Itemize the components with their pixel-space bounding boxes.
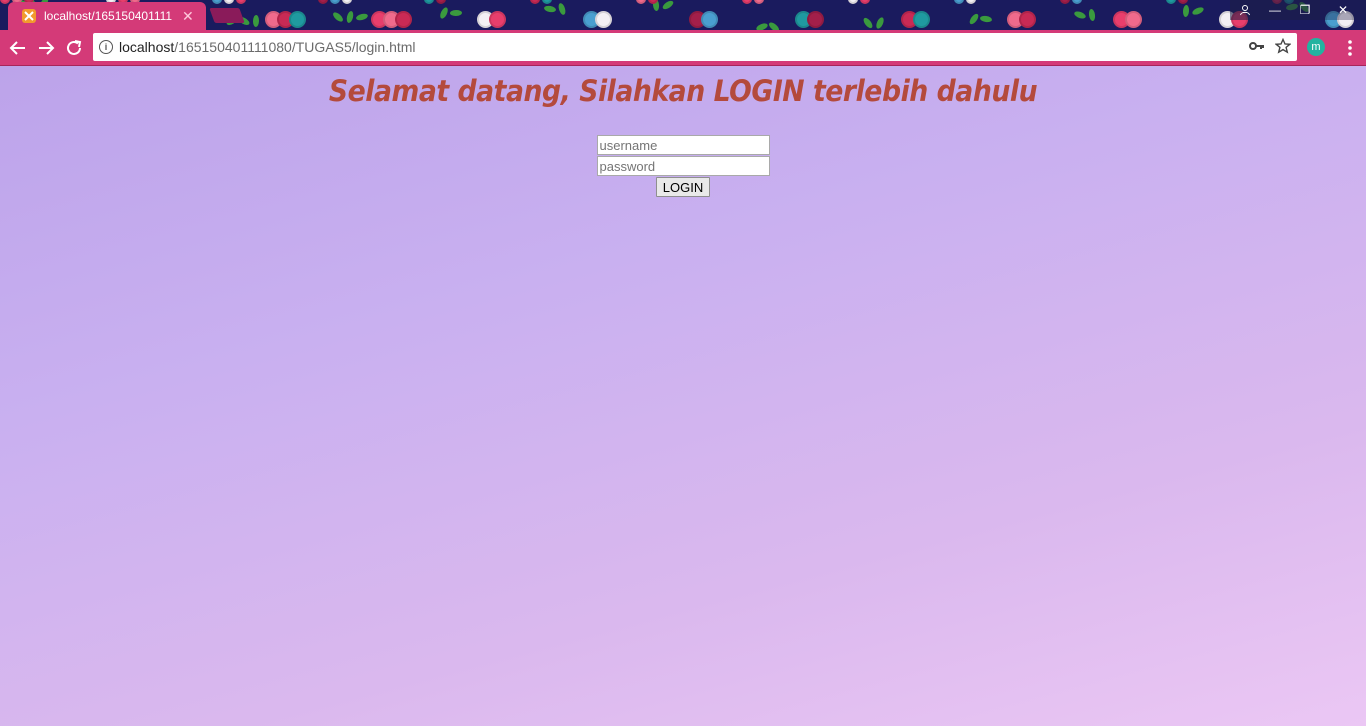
username-input[interactable] [596, 135, 770, 155]
browser-tab-active[interactable]: localhost/165150401111 ✕ [8, 2, 206, 30]
address-bar[interactable]: i localhost/165150401111080/TUGAS5/login… [93, 33, 1297, 61]
browser-toolbar: i localhost/165150401111080/TUGAS5/login… [0, 30, 1366, 66]
menu-icon[interactable] [1340, 38, 1360, 58]
url-host: localhost [119, 39, 175, 55]
restore-button[interactable]: ❐ [1290, 0, 1320, 20]
page-content: Selamat datang, Silahkan LOGIN terlebih … [0, 66, 1366, 726]
arrow-right-icon [39, 41, 55, 55]
user-profile-icon[interactable] [1230, 0, 1260, 20]
window-controls: — ❐ ✕ [1230, 0, 1366, 20]
xampp-icon [22, 9, 36, 23]
reload-icon [67, 40, 82, 55]
arrow-left-icon [9, 41, 25, 55]
forward-button[interactable] [34, 36, 58, 60]
profile-avatar[interactable]: m [1307, 38, 1325, 56]
tab-close-icon[interactable]: ✕ [182, 8, 194, 25]
close-window-button[interactable]: ✕ [1320, 0, 1366, 20]
login-form: LOGIN [0, 135, 1366, 197]
minimize-button[interactable]: — [1260, 0, 1290, 20]
info-icon[interactable]: i [99, 40, 113, 54]
tab-title: localhost/165150401111 [44, 9, 172, 23]
reload-button[interactable] [62, 36, 86, 60]
back-button[interactable] [6, 36, 30, 60]
url-path: /165150401111080/TUGAS5/login.html [174, 39, 416, 55]
key-icon[interactable] [1249, 39, 1265, 58]
password-input[interactable] [596, 156, 770, 176]
url-text[interactable]: localhost/165150401111080/TUGAS5/login.h… [119, 39, 416, 55]
new-tab-button[interactable] [209, 8, 245, 23]
page-title: Selamat datang, Silahkan LOGIN terlebih … [328, 74, 1038, 108]
browser-titlebar: localhost/165150401111 ✕ — ❐ ✕ [0, 0, 1366, 30]
login-button[interactable]: LOGIN [655, 177, 711, 197]
bookmark-star-icon[interactable] [1274, 37, 1292, 59]
